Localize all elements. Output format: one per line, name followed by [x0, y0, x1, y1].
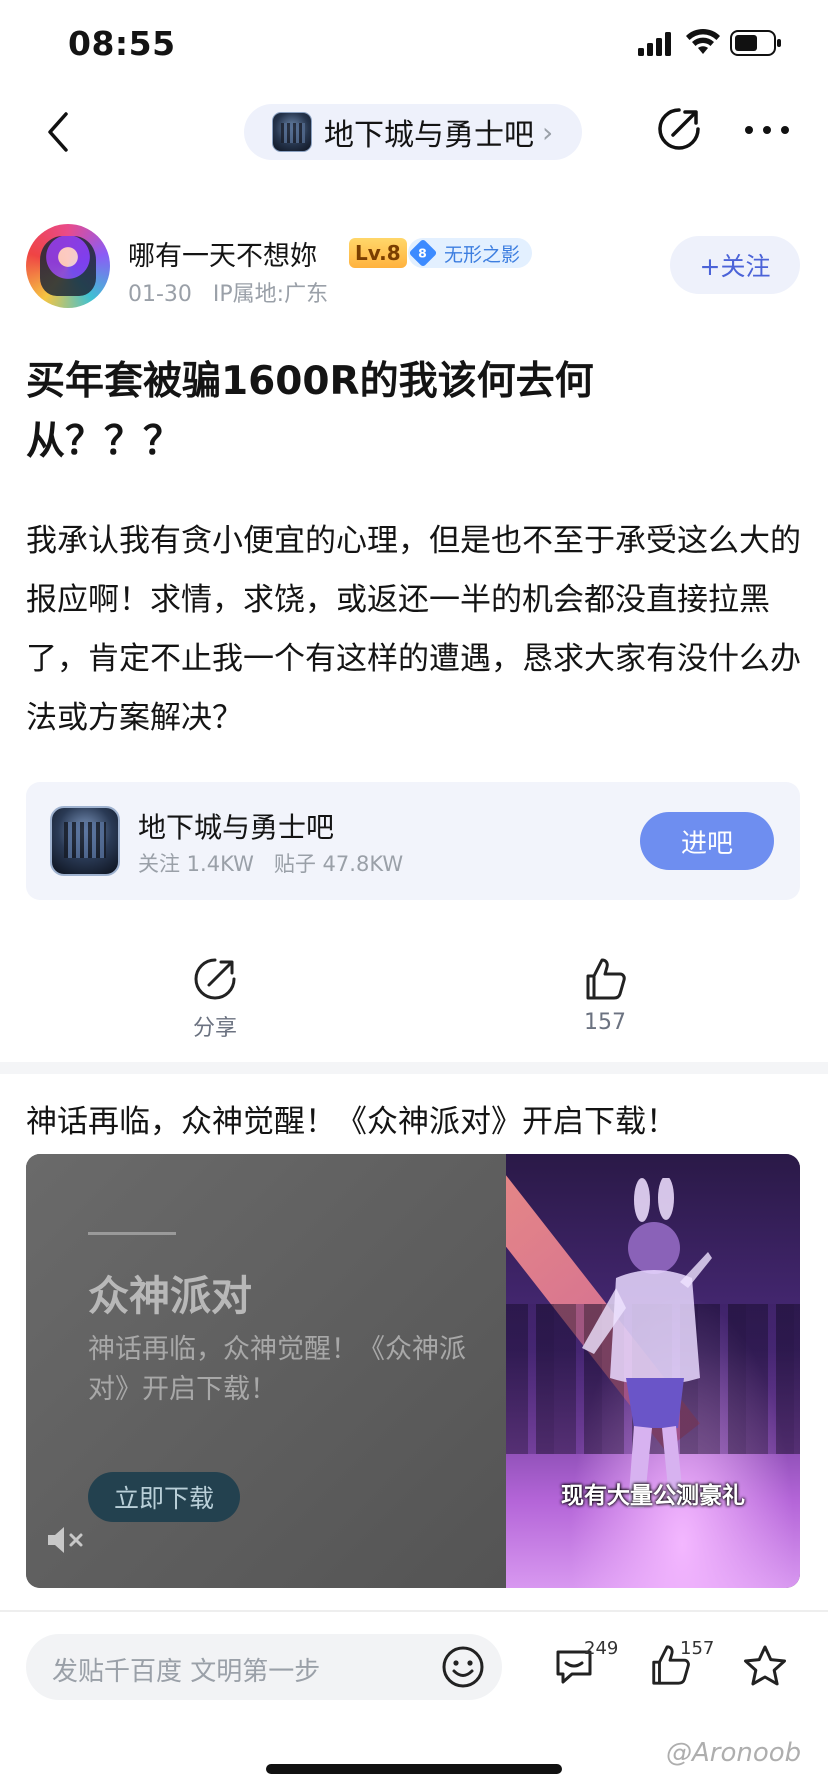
forum-pill-button[interactable]: 地下城与勇士吧 › [244, 104, 582, 160]
more-icon[interactable] [744, 118, 790, 142]
chevron-right-icon: › [542, 115, 554, 149]
watermark: @Aronoob [666, 1738, 802, 1768]
ad-video-preview[interactable]: 现有大量公测豪礼 [506, 1154, 800, 1588]
ad-rule [88, 1232, 176, 1235]
post-body: 我承认我有贪小便宜的心理，但是也不至于承受这么大的报应啊！求情，求饶，或返还一半… [26, 523, 801, 736]
share-action[interactable]: 分享 [170, 956, 260, 1042]
ad-description: 神话再临，众神觉醒！《众神派对》开启下载！ [88, 1334, 466, 1405]
home-indicator[interactable] [266, 1764, 562, 1774]
forum-card-name: 地下城与勇士吧 [138, 811, 335, 844]
back-icon[interactable] [38, 108, 78, 156]
video-subtitle: 现有大量公测豪礼 [561, 1483, 745, 1509]
forum-avatar-icon [272, 112, 312, 152]
share-label: 分享 [192, 1016, 237, 1041]
mute-icon[interactable] [46, 1524, 86, 1556]
comment-placeholder: 发贴千百度 文明第一步 [52, 1657, 321, 1687]
ad-card[interactable]: 众神派对 神话再临，众神觉醒！《众神派对》开启下载！ 立即下载 现有大量公测豪礼 [26, 1154, 800, 1588]
comment-input[interactable]: 发贴千百度 文明第一步 [26, 1634, 502, 1700]
rank-badge: 8 无形之影 [408, 238, 532, 268]
bottom-bar-divider [0, 1610, 828, 1612]
like-action[interactable]: 157 [560, 956, 650, 1035]
download-button[interactable]: 立即下载 [88, 1472, 240, 1522]
thumbs-up-icon [586, 958, 626, 1000]
post-meta: 01-30 IP属地:广东 [128, 282, 329, 307]
star-icon[interactable] [742, 1644, 788, 1688]
rank-title: 无形之影 [444, 243, 521, 266]
enter-forum-button[interactable]: 进吧 [640, 812, 774, 870]
forum-card-stats: 关注 1.4KW 贴子 47.8KW [138, 852, 404, 876]
like-count: 157 [584, 1010, 626, 1035]
author-name[interactable]: 哪有一天不想妳 [128, 234, 317, 273]
cellular-signal-icon [638, 32, 671, 56]
battery-icon [730, 30, 781, 56]
share-icon[interactable] [656, 106, 702, 152]
author-avatar[interactable] [26, 224, 110, 308]
follow-button[interactable]: +关注 [670, 236, 800, 294]
emoji-icon[interactable] [440, 1644, 486, 1690]
section-divider [0, 1062, 828, 1074]
forum-pill-label: 地下城与勇士吧 [324, 118, 534, 153]
ad-text-panel: 众神派对 神话再临，众神觉醒！《众神派对》开启下载！ 立即下载 [26, 1154, 506, 1588]
dancer-figure-image [582, 1178, 712, 1508]
status-bar: 08:55 [0, 0, 828, 90]
status-time: 08:55 [68, 24, 176, 63]
forum-card[interactable]: 地下城与勇士吧 关注 1.4KW 贴子 47.8KW 进吧 [26, 782, 800, 900]
comment-count: 249 [584, 1638, 619, 1659]
diamond-rank-icon: 8 [408, 238, 438, 268]
forum-avatar-icon [50, 806, 120, 876]
wifi-icon [686, 28, 720, 54]
level-badge: Lv.8 [349, 238, 407, 268]
post-title: 买年套被骗1600R的我该何去何从？？？ [26, 359, 594, 464]
rank-number: 8 [418, 245, 428, 261]
bottom-like-count: 157 [680, 1638, 715, 1659]
ad-title: 众神派对 [88, 1272, 252, 1320]
ad-headline[interactable]: 神话再临，众神觉醒！《众神派对》开启下载！ [26, 1096, 677, 1141]
share-icon [194, 958, 236, 1000]
